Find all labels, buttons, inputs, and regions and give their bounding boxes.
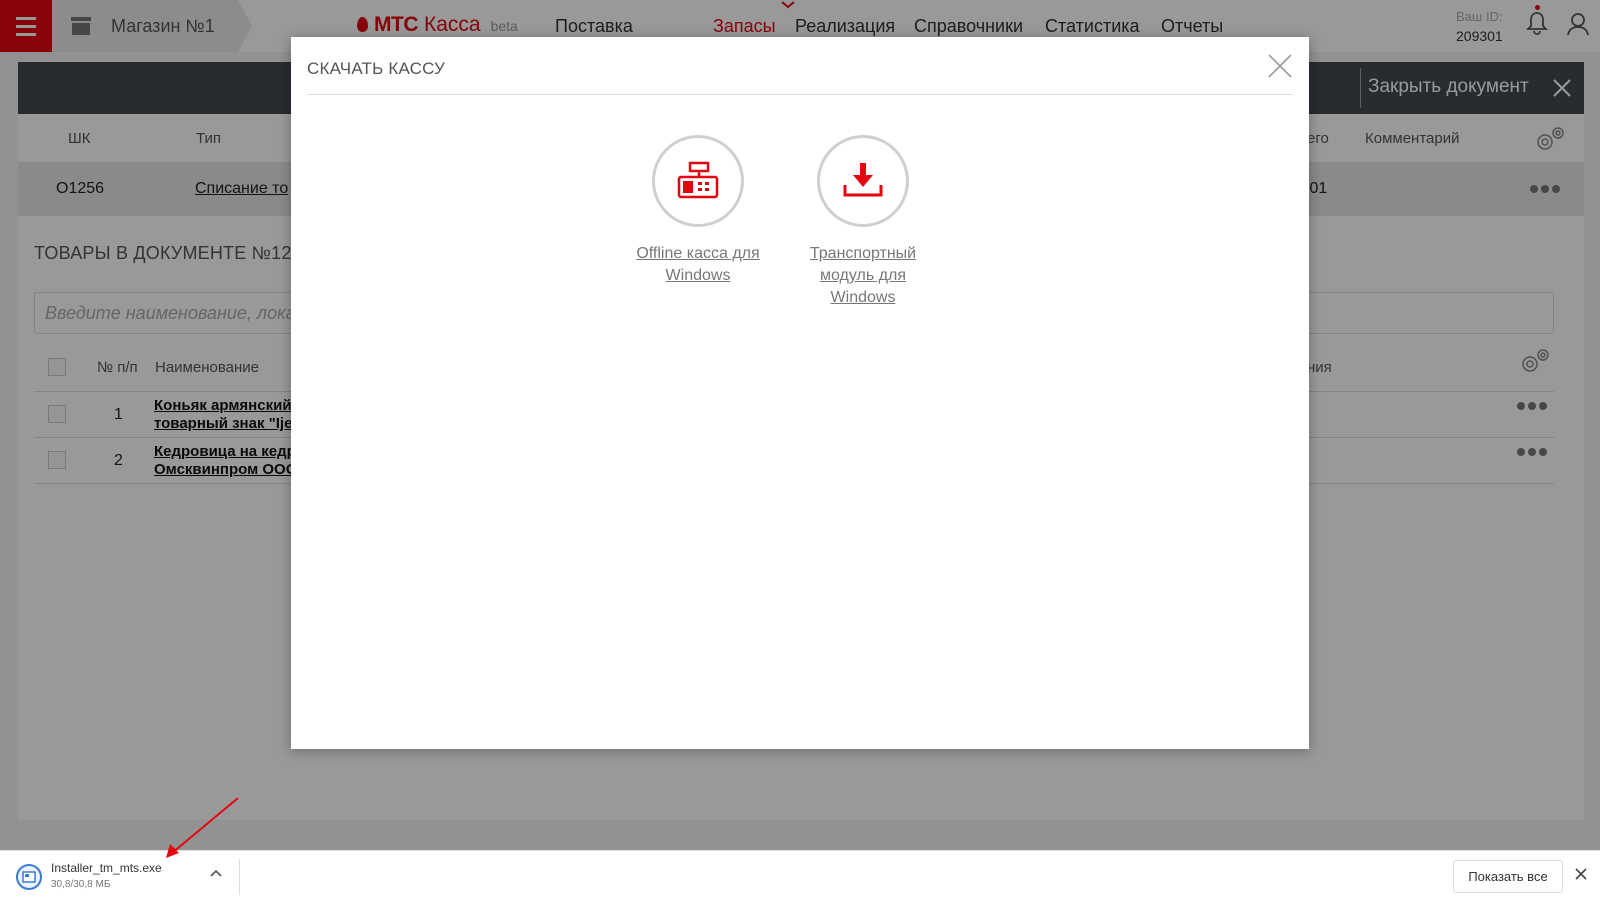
download-kassa-modal: СКАЧАТЬ КАССУ Offline касса для Windows <box>291 37 1309 749</box>
download-bar-divider <box>239 859 240 895</box>
chevron-up-icon[interactable] <box>210 869 222 877</box>
offline-kassa-windows-option[interactable]: Offline касса для Windows <box>628 135 768 287</box>
download-file-size: 30,8/30,8 МБ <box>51 879 111 890</box>
option-label-line[interactable]: модуль для <box>793 265 933 287</box>
modal-title: СКАЧАТЬ КАССУ <box>307 59 446 78</box>
cash-register-icon <box>677 161 719 199</box>
option-circle[interactable] <box>652 135 744 227</box>
modal-divider <box>307 94 1293 95</box>
transport-module-windows-option[interactable]: Транспортный модуль для Windows <box>793 135 933 309</box>
close-icon[interactable] <box>1267 53 1293 79</box>
option-label-line[interactable]: Транспортный <box>793 243 933 265</box>
option-label-line[interactable]: Windows <box>628 265 768 287</box>
option-label[interactable]: Транспортный модуль для Windows <box>793 243 933 309</box>
installer-file-icon[interactable] <box>15 863 43 891</box>
close-icon[interactable] <box>1575 868 1587 880</box>
download-icon <box>843 163 883 197</box>
download-file-name[interactable]: Installer_tm_mts.exe <box>51 861 162 875</box>
show-all-downloads-button[interactable]: Показать все <box>1453 860 1563 893</box>
annotation-arrow-icon <box>166 797 239 858</box>
option-label-line[interactable]: Offline касса для <box>628 243 768 265</box>
option-label-line[interactable]: Windows <box>793 287 933 309</box>
option-label[interactable]: Offline касса для Windows <box>628 243 768 287</box>
option-circle[interactable] <box>817 135 909 227</box>
